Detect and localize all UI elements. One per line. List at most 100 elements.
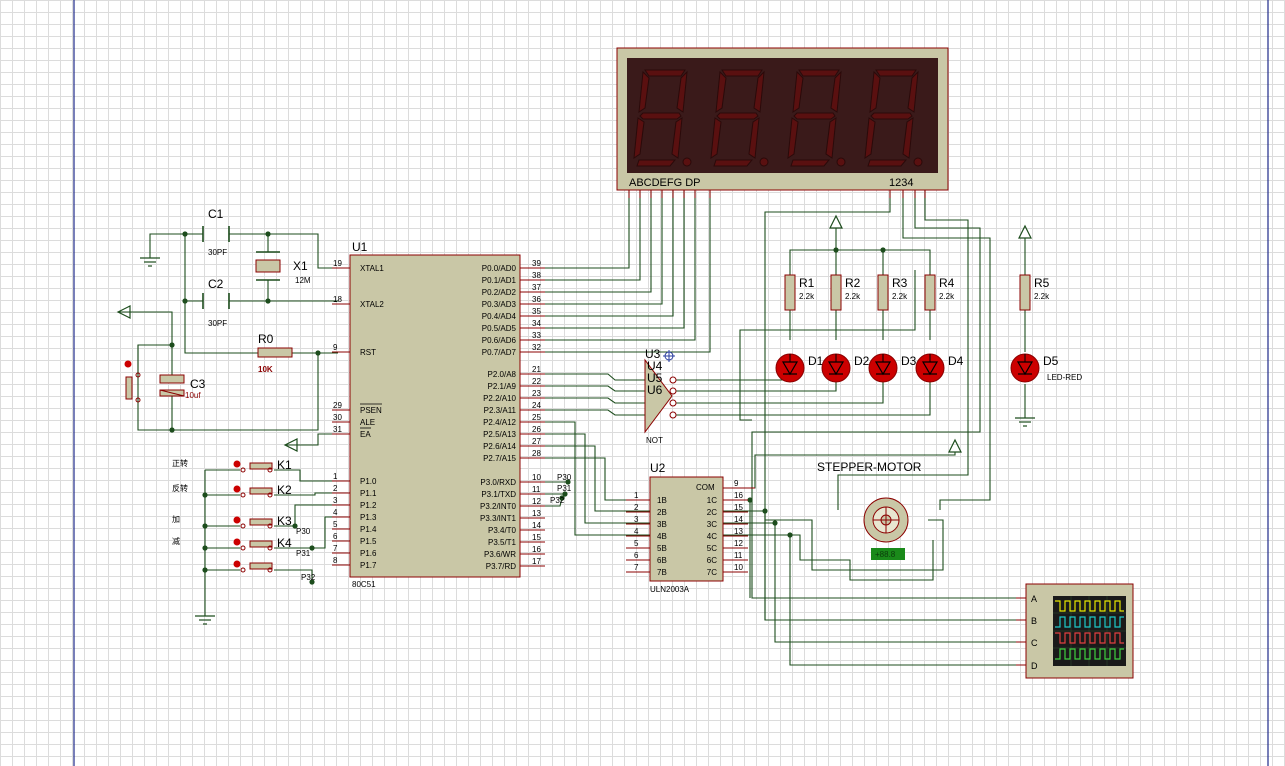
svg-text:2: 2 (333, 484, 338, 493)
svg-text:R3: R3 (892, 276, 908, 290)
svg-text:15: 15 (532, 533, 541, 542)
svg-text:6B: 6B (657, 556, 667, 565)
resistor-r5: R5 2.2k (1019, 274, 1050, 311)
svg-text:37: 37 (532, 283, 541, 292)
oscilloscope: A B C D (1016, 583, 1134, 679)
uln-type: ULN2003A (650, 585, 690, 594)
crystal-x1: X1 12M (255, 251, 311, 285)
svg-text:P3.3/INT1: P3.3/INT1 (480, 514, 517, 523)
svg-text:19: 19 (333, 259, 342, 268)
svg-text:P0.7/AD7: P0.7/AD7 (482, 348, 517, 357)
svg-text:3: 3 (333, 496, 338, 505)
svg-text:P3.5/T1: P3.5/T1 (488, 538, 517, 547)
svg-text:R5: R5 (1034, 276, 1050, 290)
svg-text:K3: K3 (277, 514, 292, 528)
svg-text:4B: 4B (657, 532, 667, 541)
junctions (169, 231, 886, 585)
svg-text:23: 23 (532, 389, 541, 398)
svg-text:35: 35 (532, 307, 541, 316)
svg-text:22: 22 (532, 377, 541, 386)
svg-text:K4: K4 (277, 536, 292, 550)
svg-text:K1: K1 (277, 458, 292, 472)
svg-text:2C: 2C (707, 508, 717, 517)
port-tag-p3.2: P32 (550, 496, 565, 505)
svg-text:P0.4/AD4: P0.4/AD4 (482, 312, 517, 321)
svg-text:24: 24 (532, 401, 541, 410)
svg-text:XTAL2: XTAL2 (360, 300, 384, 309)
svg-text:28: 28 (532, 449, 541, 458)
svg-text:36: 36 (532, 295, 541, 304)
svg-text:R2: R2 (845, 276, 861, 290)
svg-text:2.2k: 2.2k (799, 292, 815, 301)
uln-com-pin: 9 (734, 479, 739, 488)
svg-text:P1.1: P1.1 (360, 489, 377, 498)
svg-text:7: 7 (333, 544, 338, 553)
svg-text:D4: D4 (948, 354, 964, 368)
svg-text:D2: D2 (854, 354, 870, 368)
svg-text:12: 12 (734, 539, 743, 548)
svg-text:7C: 7C (707, 568, 717, 577)
svg-text:27: 27 (532, 437, 541, 446)
svg-text:P1.3: P1.3 (360, 513, 377, 522)
svg-text:2.2k: 2.2k (845, 292, 861, 301)
led-d3: D3 (868, 353, 917, 383)
svg-text:5C: 5C (707, 544, 717, 553)
port-tag-p3.0: P30 (557, 473, 572, 482)
svg-text:7: 7 (634, 563, 639, 572)
svg-text:5: 5 (634, 539, 639, 548)
svg-text:16: 16 (532, 545, 541, 554)
mcu-ref: U1 (352, 240, 368, 254)
svg-text:P2.5/A13: P2.5/A13 (483, 430, 516, 439)
uln-ref: U2 (650, 461, 666, 475)
svg-text:A: A (1031, 594, 1037, 604)
svg-text:P2.7/A15: P2.7/A15 (483, 454, 516, 463)
svg-text:P0.1/AD1: P0.1/AD1 (482, 276, 517, 285)
power-terminal (948, 438, 962, 453)
svg-text:4: 4 (634, 527, 639, 536)
svg-text:30: 30 (333, 413, 342, 422)
inverter-ref-3: U6 (647, 383, 663, 397)
svg-text:P0.0/AD0: P0.0/AD0 (482, 264, 517, 273)
svg-text:8: 8 (333, 556, 338, 565)
svg-text:减: 减 (172, 536, 180, 546)
svg-text:2.2k: 2.2k (939, 292, 955, 301)
ground-symbol (1015, 417, 1035, 427)
svg-text:1: 1 (634, 491, 639, 500)
svg-text:XTAL1: XTAL1 (360, 264, 384, 273)
schematic-canvas: C1 30PF C2 30PF X1 12M C3 10uf R0 10K U1… (0, 0, 1285, 766)
svg-text:P0.5/AD5: P0.5/AD5 (482, 324, 517, 333)
svg-text:29: 29 (333, 401, 342, 410)
capacitor-c2: C2 30PF (202, 277, 230, 328)
svg-text:33: 33 (532, 331, 541, 340)
svg-text:C: C (1031, 638, 1038, 648)
svg-text:P1.7: P1.7 (360, 561, 377, 570)
r0-value: 10K (258, 365, 273, 374)
svg-text:34: 34 (532, 319, 541, 328)
svg-text:39: 39 (532, 259, 541, 268)
inverter-group: U3 U4 U5 U6 NOT (644, 347, 677, 445)
svg-text:P2.6/A14: P2.6/A14 (483, 442, 516, 451)
resistor-r4: R4 2.2k (924, 274, 955, 311)
svg-text:14: 14 (734, 515, 743, 524)
svg-text:加: 加 (172, 514, 180, 524)
svg-text:31: 31 (333, 425, 342, 434)
wires (118, 190, 1026, 666)
svg-text:K2: K2 (277, 483, 292, 497)
svg-text:P1.0: P1.0 (360, 477, 377, 486)
svg-text:16: 16 (734, 491, 743, 500)
svg-text:6: 6 (333, 532, 338, 541)
power-terminal (1018, 224, 1032, 239)
led-d4: D4 (915, 353, 964, 383)
ground-symbol (140, 257, 160, 267)
svg-text:B: B (1031, 616, 1037, 626)
svg-text:LED-RED: LED-RED (1047, 373, 1082, 382)
x1-ref: X1 (293, 259, 308, 273)
port-tag-p32: P32 (301, 573, 316, 582)
power-terminal (829, 214, 843, 229)
svg-text:7B: 7B (657, 568, 667, 577)
svg-text:P3.0/RXD: P3.0/RXD (480, 478, 516, 487)
svg-text:P0.6/AD6: P0.6/AD6 (482, 336, 517, 345)
port-tag-p3.1: P31 (557, 484, 572, 493)
svg-text:5: 5 (333, 520, 338, 529)
x1-value: 12M (295, 276, 311, 285)
